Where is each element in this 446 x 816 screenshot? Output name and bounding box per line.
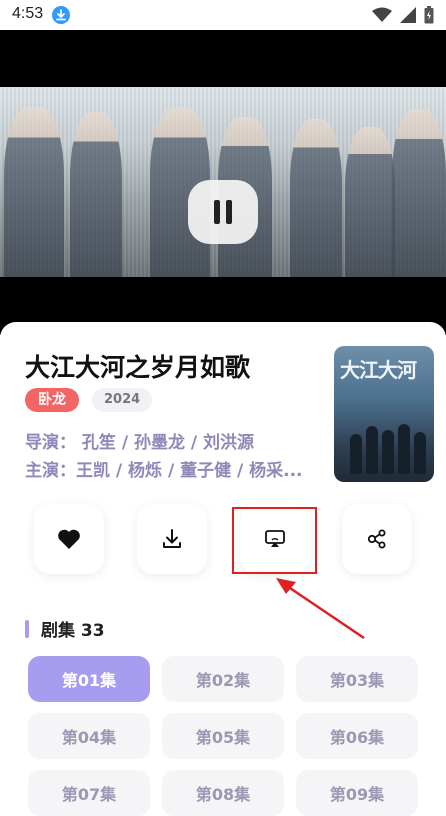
download-icon	[163, 529, 181, 548]
director-line: 导演： 孔笙 / 孙墨龙 / 刘洪源	[25, 433, 255, 453]
episode-button[interactable]: 第04集	[28, 713, 150, 759]
cast-line: 主演：王凯 / 杨烁 / 董子健 / 杨采...	[25, 461, 303, 481]
figure	[4, 107, 64, 277]
episode-button[interactable]: 第01集	[28, 656, 150, 702]
episode-button[interactable]: 第09集	[296, 770, 418, 816]
poster-figure	[350, 434, 362, 474]
figure	[70, 112, 122, 277]
episode-button[interactable]: 第03集	[296, 656, 418, 702]
pause-button[interactable]	[188, 180, 258, 244]
figure	[345, 127, 395, 277]
annotation-highlight-box	[232, 507, 317, 574]
status-bar: 4:53	[0, 0, 446, 30]
source-tag[interactable]: 卧龙	[25, 388, 79, 412]
heart-icon	[58, 529, 80, 549]
download-button[interactable]	[137, 504, 207, 574]
share-icon	[367, 529, 386, 549]
pause-icon	[211, 200, 235, 224]
video-player[interactable]	[0, 30, 446, 335]
status-icons	[372, 6, 434, 24]
battery-icon	[424, 6, 434, 24]
episode-button[interactable]: 第02集	[162, 656, 284, 702]
wifi-icon	[372, 7, 392, 22]
episode-button[interactable]: 第06集	[296, 713, 418, 759]
poster-image[interactable]: 大江大河	[334, 346, 434, 482]
details-panel: 大江大河之岁月如歌 卧龙 2024 导演： 孔笙 / 孙墨龙 / 刘洪源 主演：…	[0, 322, 446, 816]
status-time: 4:53	[12, 5, 44, 22]
share-button[interactable]	[342, 504, 412, 574]
poster-figure	[414, 432, 426, 474]
episodes-header: 剧集 33	[25, 616, 105, 641]
download-notification-icon	[52, 6, 70, 24]
poster-figure	[366, 426, 378, 474]
signal-icon	[400, 7, 416, 23]
poster-figure	[382, 430, 394, 474]
poster-figure	[398, 424, 410, 474]
favorite-button[interactable]	[34, 504, 104, 574]
year-tag: 2024	[92, 388, 153, 412]
figure	[290, 119, 342, 277]
figure	[392, 109, 446, 277]
section-marker	[25, 619, 29, 638]
episodes-title: 剧集 33	[41, 621, 105, 641]
annotation-arrow	[276, 578, 365, 640]
episode-button[interactable]: 第08集	[162, 770, 284, 816]
episode-button[interactable]: 第07集	[28, 770, 150, 816]
action-bar	[0, 504, 446, 574]
show-title: 大江大河之岁月如歌	[25, 353, 251, 382]
episode-button[interactable]: 第05集	[162, 713, 284, 759]
poster-title: 大江大河	[340, 358, 417, 382]
